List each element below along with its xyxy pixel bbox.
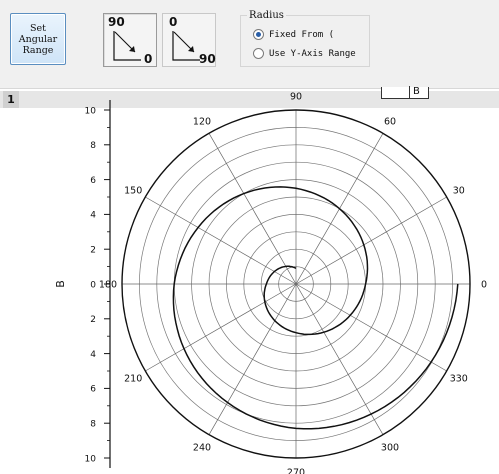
y-tick-label: 4	[90, 350, 96, 360]
angular-spoke	[295, 196, 447, 285]
y-tick-label: 6	[90, 176, 96, 186]
angular-tick-label: 90	[290, 92, 302, 103]
y-axis-title: B	[54, 280, 67, 288]
angular-tick-label: 210	[124, 374, 142, 385]
angular-spoke	[295, 283, 384, 435]
angular-tick-label: 30	[453, 186, 465, 197]
angular-tick-label: 150	[124, 186, 142, 197]
angular-spoke	[145, 283, 297, 372]
angular-tick-label: 300	[381, 442, 399, 453]
y-tick-label: 10	[85, 454, 97, 464]
y-axis: 10 8 6 4 2 0 2 4 6 8 10	[85, 100, 111, 468]
angular-spoke	[145, 196, 297, 285]
y-tick-label: 2	[90, 246, 96, 256]
y-tick-label: 0	[90, 280, 96, 290]
angular-tick-label: 270	[287, 468, 305, 474]
angular-spoke	[208, 133, 297, 285]
angular-tick-label: 330	[450, 374, 468, 385]
y-tick-label: 8	[90, 141, 96, 151]
angular-spoke	[295, 283, 447, 372]
angular-tick-label: 0	[481, 280, 487, 291]
angular-tick-label: 240	[193, 442, 211, 453]
angular-tick-label: 120	[193, 117, 211, 128]
polar-chart: 0306090120150180210240270300330 10864202…	[54, 92, 487, 474]
angular-spoke	[208, 283, 297, 435]
y-tick-label: 6	[90, 385, 96, 395]
y-tick-label: 2	[90, 315, 96, 325]
angular-tick-label: 60	[384, 117, 396, 128]
y-tick-label: 8	[90, 420, 96, 430]
y-tick-label: 4	[90, 211, 96, 221]
y-tick-label: 10	[85, 106, 97, 116]
angular-tick-label: 180	[99, 280, 117, 291]
